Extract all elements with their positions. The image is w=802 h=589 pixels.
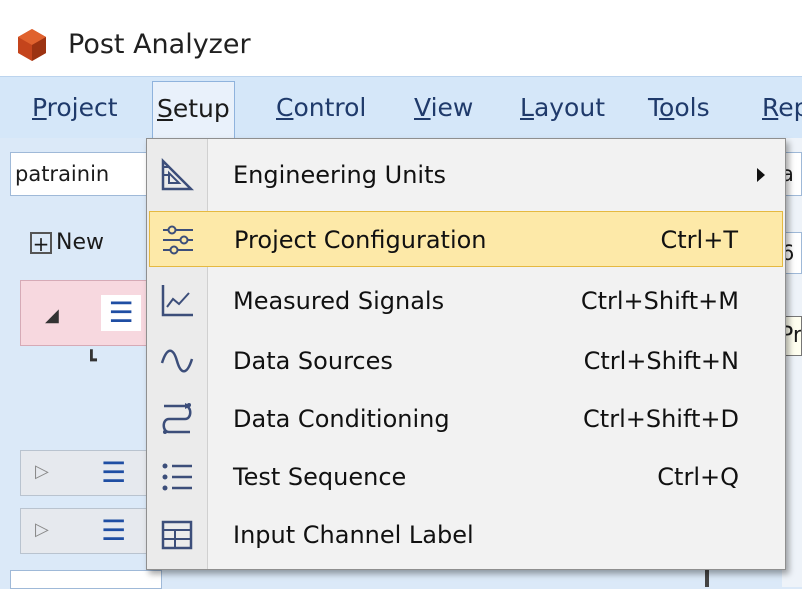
data-sources-icon xyxy=(160,349,194,373)
menu-layout-rest: ayout xyxy=(533,93,605,122)
menu-item-label: Measured Signals xyxy=(233,287,445,315)
new-button-label: New xyxy=(56,230,104,255)
menu-control-rest: ontrol xyxy=(293,93,367,122)
menu-item-engineering-units[interactable]: Engineering Units xyxy=(149,147,783,203)
menu-item-label: Engineering Units xyxy=(233,161,446,189)
menu-project[interactable]: Project xyxy=(28,87,122,129)
menu-item-shortcut: Ctrl+Shift+M xyxy=(580,287,739,315)
engineering-units-icon xyxy=(161,157,195,191)
collapse-arrow-icon[interactable]: ▷ xyxy=(35,519,49,540)
tree-row-partial[interactable] xyxy=(10,570,162,589)
menu-item-label: Project Configuration xyxy=(234,226,487,254)
menu-view[interactable]: View xyxy=(410,87,477,129)
tree-child-connector-icon: ┗ xyxy=(86,350,97,371)
tree-node-collapsed[interactable]: ▷ ☰ xyxy=(20,508,160,554)
tree-node-expanded[interactable]: ◢ ☰ xyxy=(20,280,160,346)
menu-view-rest: iew xyxy=(430,93,474,122)
input-channel-label-icon xyxy=(161,520,193,550)
menu-item-shortcut: Ctrl+Q xyxy=(657,463,739,491)
submenu-arrow-icon xyxy=(757,168,765,182)
list-icon: ☰ xyxy=(101,295,141,331)
menu-item-data-conditioning[interactable]: Data Conditioning Ctrl+Shift+D xyxy=(149,391,783,447)
menu-reports[interactable]: Rep xyxy=(758,87,802,129)
menu-setup-mnemonic: S xyxy=(157,94,173,123)
menu-view-mnemonic: V xyxy=(414,93,431,122)
title-bar: Post Analyzer xyxy=(0,0,802,76)
project-configuration-icon xyxy=(163,225,193,255)
menu-reports-rest: ep xyxy=(778,93,802,122)
menu-item-input-channel-label[interactable]: Input Channel Label xyxy=(149,507,783,563)
new-button[interactable]: + New xyxy=(30,226,104,260)
menu-project-rest: roject xyxy=(46,93,118,122)
menu-setup-rest: etup xyxy=(172,94,230,123)
menu-tools-rest: ols xyxy=(674,93,710,122)
project-selector[interactable]: patrainin xyxy=(10,152,160,196)
menu-item-project-configuration[interactable]: Project Configuration Ctrl+T xyxy=(149,211,783,267)
menu-tools-mnemonic: o xyxy=(659,93,675,122)
collapse-arrow-icon[interactable]: ▷ xyxy=(35,461,49,482)
menu-reports-mnemonic: R xyxy=(762,93,779,122)
menu-item-label: Data Conditioning xyxy=(233,405,450,433)
menu-item-measured-signals[interactable]: Measured Signals Ctrl+Shift+M xyxy=(149,273,783,329)
menu-control[interactable]: Control xyxy=(272,87,370,129)
menu-bar: Project Setup Control View Layout Tools … xyxy=(0,76,802,140)
menu-project-mnemonic: P xyxy=(32,93,47,122)
menu-item-shortcut: Ctrl+Shift+N xyxy=(583,347,739,375)
measured-signals-icon xyxy=(161,285,193,317)
menu-tools-t: T xyxy=(648,93,660,122)
menu-layout[interactable]: Layout xyxy=(516,87,609,129)
tree-node-collapsed[interactable]: ▷ ☰ xyxy=(20,450,160,496)
menu-tools[interactable]: Tools xyxy=(644,87,714,129)
menu-item-test-sequence[interactable]: Test Sequence Ctrl+Q xyxy=(149,449,783,505)
setup-menu: Engineering Units Project Configuration … xyxy=(146,138,786,570)
list-icon: ☰ xyxy=(101,514,127,547)
test-sequence-icon xyxy=(162,463,192,491)
app-hexagon-icon xyxy=(18,29,46,61)
plus-icon: + xyxy=(30,232,52,254)
expand-triangle-icon[interactable]: ◢ xyxy=(45,305,59,326)
menu-control-mnemonic: C xyxy=(276,93,294,122)
window-title: Post Analyzer xyxy=(68,29,251,60)
list-icon: ☰ xyxy=(101,456,127,489)
menu-setup[interactable]: Setup xyxy=(152,81,235,138)
menu-layout-mnemonic: L xyxy=(520,93,534,122)
menu-item-shortcut: Ctrl+Shift+D xyxy=(583,405,739,433)
data-conditioning-icon xyxy=(162,403,192,434)
menu-item-data-sources[interactable]: Data Sources Ctrl+Shift+N xyxy=(149,333,783,389)
menu-item-label: Input Channel Label xyxy=(233,521,474,549)
menu-item-shortcut: Ctrl+T xyxy=(660,226,738,254)
menu-item-label: Test Sequence xyxy=(233,463,407,491)
divider xyxy=(705,567,709,587)
menu-item-label: Data Sources xyxy=(233,347,393,375)
